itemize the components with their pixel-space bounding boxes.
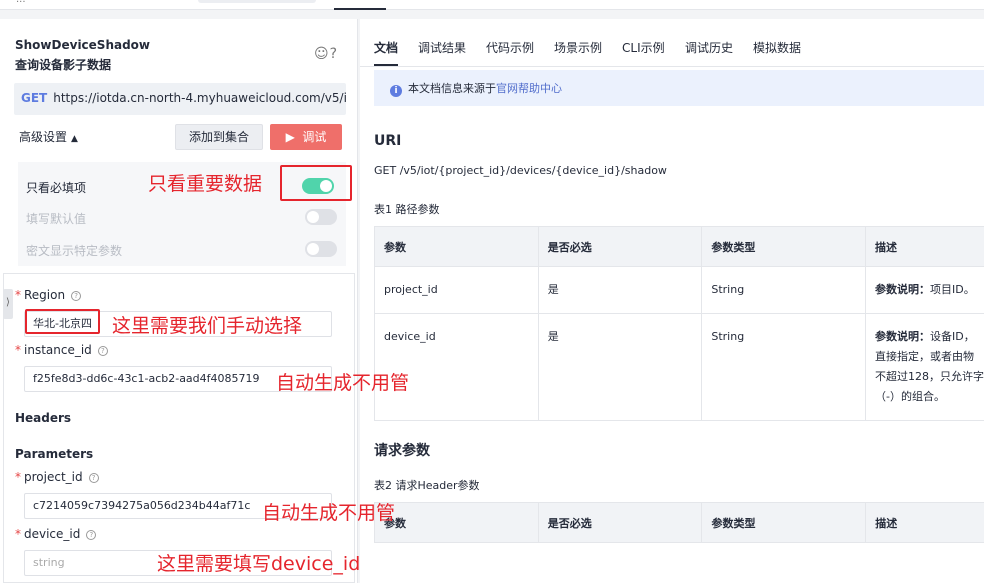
device-id-label: * device_id?: [15, 527, 97, 541]
table-row: device_id 是 String 参数说明：设备ID， 直接指定，或者由物 不超…: [374, 313, 984, 421]
advanced-settings-label: 高级设置: [19, 130, 68, 144]
col-header: 参数类型: [701, 502, 867, 543]
tab-debug-history[interactable]: 调试历史: [685, 39, 733, 56]
highlight-toggle-box: [280, 165, 352, 201]
col-header: 是否必选: [537, 226, 703, 267]
top-tab-box[interactable]: [198, 0, 316, 3]
debug-button-label: 调试: [302, 130, 327, 144]
project-id-label: * project_id?: [15, 470, 99, 484]
collapse-handle-icon[interactable]: ⟩: [3, 289, 13, 319]
info-icon: i: [390, 85, 402, 97]
tab-code-sample[interactable]: 代码示例: [486, 39, 534, 56]
uri-text: GET /v5/iot/{project_id}/devices/{device…: [374, 164, 667, 177]
help-icon[interactable]: ?: [330, 46, 338, 62]
annotation-region: 这里需要我们手动选择: [112, 315, 303, 337]
required-only-label: 只看必填项: [26, 181, 87, 195]
param-required: 是: [537, 266, 703, 314]
col-header: 参数: [374, 502, 539, 543]
col-header: 是否必选: [537, 502, 703, 543]
cipher-display-label: 密文显示特定参数: [26, 244, 123, 258]
http-method: GET: [21, 91, 48, 105]
api-description: 查询设备影子数据: [15, 58, 112, 72]
table-row: project_id 是 String 参数说明：项目ID。: [374, 266, 984, 314]
info-banner: i 本文档信息来源于官网帮助中心: [374, 70, 984, 106]
col-header: 描述: [865, 226, 984, 267]
feedback-smile-icon[interactable]: ☺: [314, 46, 330, 62]
request-url-box: GET https://iotda.cn-north-4.myhuaweiclou…: [14, 83, 346, 115]
col-header: 参数类型: [701, 226, 867, 267]
tab-mock-data[interactable]: 模拟数据: [753, 39, 801, 56]
header-icons: ☺?: [314, 46, 338, 62]
uri-title: URI: [374, 133, 402, 149]
header-params-table: 参数 是否必选 参数类型 描述: [374, 502, 984, 543]
tab-docs[interactable]: 文档: [374, 39, 398, 56]
tab-cli-sample[interactable]: CLI示例: [622, 39, 665, 56]
top-active-indicator: [334, 8, 386, 10]
table1-caption: 表1 路径参数: [374, 203, 440, 216]
tab-debug-result[interactable]: 调试结果: [418, 39, 466, 56]
documentation-panel: 文档 调试结果 代码示例 场景示例 CLI示例 调试历史 模拟数据 i 本文档信息…: [360, 19, 984, 583]
param-desc: 参数说明：项目ID。: [865, 266, 984, 314]
request-url: https://iotda.cn-north-4.myhuaweicloud.c…: [53, 91, 346, 105]
annotation-instance-id: 自动生成不用管: [276, 372, 410, 394]
param-desc: 参数说明：设备ID， 直接指定，或者由物 不超过128，只允许字 （-）的组合。: [865, 313, 984, 421]
annotation-project-id: 自动生成不用管: [262, 502, 396, 524]
param-name: device_id: [374, 313, 539, 421]
path-params-table: 参数 是否必选 参数类型 描述 project_id 是 String 参数说明…: [374, 226, 984, 421]
top-strip: ...: [0, 0, 984, 10]
region-label: * Region?: [15, 288, 82, 302]
table-header-row: 参数 是否必选 参数类型 描述: [374, 502, 984, 543]
col-header: 参数: [374, 226, 539, 267]
param-type: String: [701, 266, 867, 314]
annotation-required-only: 只看重要数据: [148, 173, 263, 195]
tabs-divider: [360, 66, 984, 67]
fill-default-label: 填写默认值: [26, 212, 87, 226]
debug-button[interactable]: ▶ 调试: [270, 124, 342, 150]
advanced-settings-toggle[interactable]: 高级设置 ▲: [19, 128, 78, 145]
tab-scenario-sample[interactable]: 场景示例: [554, 39, 602, 56]
help-center-link[interactable]: 官网帮助中心: [496, 82, 562, 95]
top-crumb: ...: [16, 0, 26, 5]
instance-id-label: * instance_id?: [15, 343, 108, 357]
info-text: 本文档信息来源于: [408, 82, 496, 95]
param-required: 是: [537, 313, 703, 421]
param-name: project_id: [374, 266, 539, 314]
highlight-region-box: [25, 309, 100, 334]
fill-default-toggle[interactable]: [305, 209, 337, 225]
parameters-title: Parameters: [15, 447, 94, 461]
headers-title: Headers: [15, 411, 72, 425]
table-header-row: 参数 是否必选 参数类型 描述: [374, 226, 984, 267]
chevron-up-icon: ▲: [71, 134, 78, 144]
col-header: 描述: [865, 502, 984, 543]
annotation-device-id: 这里需要填写device_id: [157, 553, 361, 575]
param-type: String: [701, 313, 867, 421]
cipher-display-toggle[interactable]: [305, 241, 337, 257]
request-params-title: 请求参数: [374, 443, 430, 459]
table2-caption: 表2 请求Header参数: [374, 479, 480, 492]
api-name: ShowDeviceShadow: [15, 38, 151, 52]
add-to-collection-button[interactable]: 添加到集合: [175, 124, 263, 150]
